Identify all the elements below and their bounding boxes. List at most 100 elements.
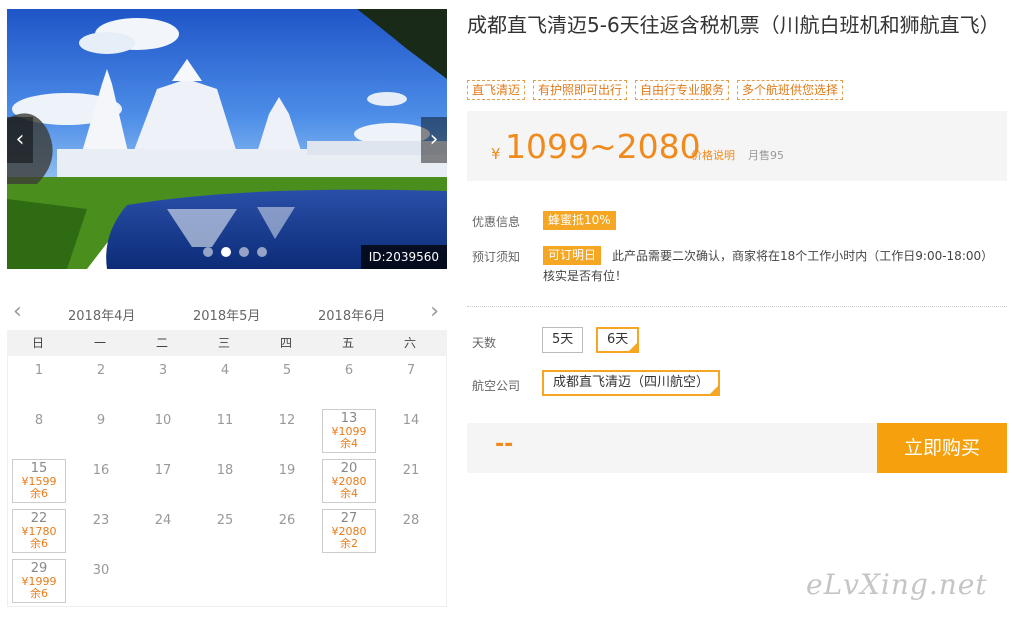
- monthly-sales: 月售95: [748, 149, 784, 162]
- carousel-prev-button[interactable]: ‹: [7, 117, 33, 163]
- calendar-day: 19: [256, 456, 318, 506]
- calendar-day: 10: [132, 406, 194, 456]
- day-number: 5: [282, 363, 292, 378]
- carousel-dot[interactable]: [257, 247, 267, 257]
- day-number: 7: [406, 363, 416, 378]
- calendar-day-available[interactable]: 20 ¥2080 余4: [322, 459, 376, 503]
- carousel-dot[interactable]: [239, 247, 249, 257]
- currency-symbol: ¥: [491, 145, 501, 163]
- calendar-day: 8: [8, 406, 70, 456]
- calendar-day: 1: [8, 356, 70, 406]
- day-number: 6: [344, 363, 354, 378]
- month-tab-april[interactable]: 2018年4月: [68, 305, 135, 324]
- weekday-label: 四: [279, 336, 292, 350]
- carousel-next-button[interactable]: ›: [421, 117, 447, 163]
- day-number: 24: [154, 513, 172, 528]
- day-number: 12: [278, 413, 296, 428]
- calendar-header: ‹ 2018年4月 2018年5月 2018年6月 ›: [7, 296, 447, 330]
- weekday-label: 日: [31, 336, 44, 350]
- day-remaining: 余4: [340, 437, 358, 450]
- calendar-day: 3: [132, 356, 194, 406]
- total-price: --: [495, 432, 514, 457]
- calendar-day: 25: [194, 506, 256, 556]
- day-number: 3: [158, 363, 168, 378]
- month-tab-may[interactable]: 2018年5月: [193, 305, 260, 324]
- discount-label: 优惠信息: [472, 215, 521, 229]
- day-number: 8: [34, 413, 44, 428]
- day-number: 23: [92, 513, 110, 528]
- image-id-label: ID:2039560: [360, 245, 447, 269]
- day-number: 9: [96, 413, 106, 428]
- weekday-label: 三: [217, 336, 230, 350]
- month-tab-june[interactable]: 2018年6月: [318, 305, 385, 324]
- carousel-dot-active[interactable]: [221, 247, 231, 257]
- calendar-day: 18: [194, 456, 256, 506]
- calendar-day-available[interactable]: 27 ¥2080 余2: [322, 509, 376, 553]
- calendar-day-available[interactable]: 15 ¥1599 余6: [12, 459, 66, 503]
- calendar-grid: 1 2 3 4 5 6 7 8 9 10 11 12 13 ¥1099 余4 14 15 ¥1599 余6 16 17 1…: [7, 356, 447, 607]
- calendar-day: 16: [70, 456, 132, 506]
- day-remaining: 余6: [30, 587, 48, 600]
- calendar-day: 17: [132, 456, 194, 506]
- day-number: 16: [92, 463, 110, 478]
- calendar-day: 6: [318, 356, 380, 406]
- product-tag: 多个航班供您选择: [737, 80, 844, 100]
- product-image-carousel[interactable]: ‹ › ID:2039560: [7, 9, 447, 269]
- airline-label: 航空公司: [472, 379, 521, 393]
- day-number: 18: [216, 463, 234, 478]
- calendar-day: 28: [380, 506, 442, 556]
- calendar-day: 4: [194, 356, 256, 406]
- weekday-label: 五: [341, 336, 354, 350]
- calendar-day: 9: [70, 406, 132, 456]
- day-number: 2: [96, 363, 106, 378]
- product-tag: 自由行专业服务: [635, 80, 730, 100]
- carousel-dot[interactable]: [203, 247, 213, 257]
- day-number: 4: [220, 363, 230, 378]
- discount-badge: 蜂蜜抵10%: [543, 211, 616, 230]
- calendar-day: 26: [256, 506, 318, 556]
- calendar-day: 11: [194, 406, 256, 456]
- day-number: 10: [154, 413, 172, 428]
- date-calendar: ‹ 2018年4月 2018年5月 2018年6月 › 日一二三四五六 1234…: [7, 296, 447, 607]
- price-explanation-link[interactable]: 价格说明: [691, 147, 735, 163]
- day-number: 13: [340, 411, 358, 426]
- day-number: 29: [30, 561, 48, 576]
- calendar-day: 24: [132, 506, 194, 556]
- day-number: 14: [402, 413, 420, 428]
- product-tag: 有护照即可出行: [533, 80, 628, 100]
- airline-option-selected[interactable]: 成都直飞清迈（四川航空）: [542, 370, 721, 396]
- day-number: 27: [340, 511, 358, 526]
- day-number: 17: [154, 463, 172, 478]
- booking-notice-label: 预订须知: [472, 250, 521, 264]
- calendar-day: 14: [380, 406, 442, 456]
- calendar-day: 23: [70, 506, 132, 556]
- calendar-day: 12: [256, 406, 318, 456]
- calendar-day-available[interactable]: 29 ¥1999 余6: [12, 559, 66, 603]
- watermark-logo: eLvXing.net: [806, 568, 988, 601]
- booking-notice-text: 此产品需要二次确认，商家将在18个工作小时内（工作日9:00-18:00）核实是…: [543, 249, 994, 283]
- calendar-day-available[interactable]: 13 ¥1099 余4: [322, 409, 376, 453]
- calendar-day: 5: [256, 356, 318, 406]
- days-option-5[interactable]: 5天: [542, 327, 584, 353]
- total-price-bar: --: [467, 423, 877, 473]
- product-tag: 直飞清迈: [467, 80, 526, 100]
- buy-now-button[interactable]: 立即购买: [877, 423, 1007, 473]
- weekday-label: 六: [403, 336, 416, 350]
- day-remaining: 余4: [340, 487, 358, 500]
- price-panel: ¥ 1099~2080 价格说明 月售95: [467, 111, 1007, 181]
- day-number: 28: [402, 513, 420, 528]
- weekday-label: 二: [155, 336, 168, 350]
- weekday-label: 一: [93, 336, 106, 350]
- day-number: 20: [340, 461, 358, 476]
- price-range: 1099~2080: [505, 127, 701, 166]
- day-number: 22: [30, 511, 48, 526]
- day-remaining: 余6: [30, 487, 48, 500]
- calendar-day-available[interactable]: 22 ¥1780 余6: [12, 509, 66, 553]
- day-number: 26: [278, 513, 296, 528]
- day-number: 1: [34, 363, 44, 378]
- day-number: 11: [216, 413, 234, 428]
- calendar-day: 2: [70, 356, 132, 406]
- days-option-6-selected[interactable]: 6天: [596, 327, 640, 353]
- chevron-right-icon[interactable]: ›: [430, 300, 439, 324]
- chevron-left-icon[interactable]: ‹: [13, 300, 22, 324]
